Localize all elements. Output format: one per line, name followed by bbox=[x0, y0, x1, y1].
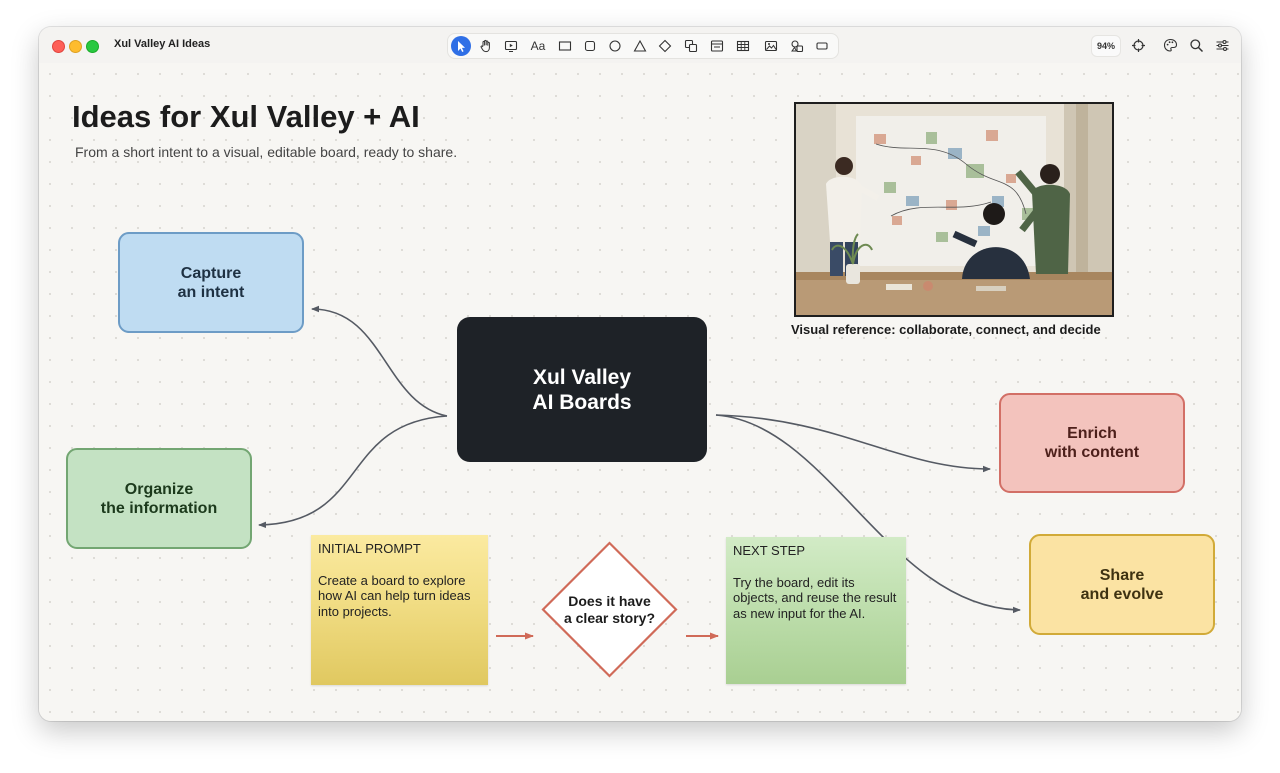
node-center-topic[interactable]: Xul Valley AI Boards bbox=[457, 317, 707, 462]
diamond-icon bbox=[658, 39, 672, 53]
triangle-tool-button[interactable] bbox=[630, 36, 650, 56]
stickers-tool-button[interactable] bbox=[787, 36, 807, 56]
palette-icon bbox=[1163, 38, 1177, 52]
title-bar: Xul Valley AI Ideas Aa 94% bbox=[39, 27, 1241, 63]
table-icon bbox=[736, 40, 750, 52]
node-share-evolve[interactable]: Share and evolve bbox=[1029, 534, 1215, 635]
select-icon bbox=[458, 41, 465, 52]
image-icon bbox=[764, 40, 778, 52]
settings-icon bbox=[1216, 39, 1228, 51]
target-button[interactable] bbox=[1129, 36, 1147, 54]
app-window: Xul Valley AI Ideas Aa 94% Ideas for Xul… bbox=[39, 27, 1241, 721]
palette-button[interactable] bbox=[1161, 36, 1179, 54]
image-tool-button[interactable] bbox=[761, 36, 781, 56]
board-title[interactable]: Ideas for Xul Valley + AI bbox=[72, 99, 420, 135]
node-share-label: Share and evolve bbox=[1080, 566, 1164, 603]
node-organize-information[interactable]: Organize the information bbox=[66, 448, 252, 549]
minimize-window-button[interactable] bbox=[69, 40, 82, 53]
reference-photo[interactable] bbox=[794, 102, 1114, 317]
present-tool-button[interactable] bbox=[501, 36, 521, 56]
document-title: Xul Valley AI Ideas bbox=[114, 38, 211, 50]
frame-tool-button[interactable] bbox=[812, 36, 832, 56]
ellipse-tool-button[interactable] bbox=[605, 36, 625, 56]
sticky-note-initial-prompt[interactable]: INITIAL PROMPT Create a board to explore… bbox=[311, 535, 488, 685]
board-subtitle[interactable]: From a short intent to a visual, editabl… bbox=[75, 144, 457, 160]
node-capture-intent[interactable]: Capture an intent bbox=[118, 232, 304, 333]
photo-caption[interactable]: Visual reference: collaborate, connect, … bbox=[791, 322, 1101, 337]
zoom-window-button[interactable] bbox=[86, 40, 99, 53]
diamond-tool-button[interactable] bbox=[655, 36, 675, 56]
search-button[interactable] bbox=[1187, 36, 1205, 54]
zoom-level-button[interactable]: 94% bbox=[1091, 35, 1121, 57]
connector-to-enrich[interactable] bbox=[715, 414, 991, 473]
select-tool-button[interactable] bbox=[451, 36, 471, 56]
card-tool-button[interactable] bbox=[707, 36, 727, 56]
settings-button[interactable] bbox=[1213, 36, 1231, 54]
team-at-board-image bbox=[796, 104, 1112, 315]
close-window-button[interactable] bbox=[52, 40, 65, 53]
rectangle-icon bbox=[558, 41, 572, 51]
sticky-next-title: NEXT STEP bbox=[733, 543, 806, 558]
shapes-tool-button[interactable] bbox=[681, 36, 701, 56]
node-capture-label: Capture an intent bbox=[177, 264, 245, 301]
ellipse-icon bbox=[609, 40, 621, 52]
connector-to-organize[interactable] bbox=[258, 415, 448, 529]
sticky-prompt-body: Create a board to explore how AI can hel… bbox=[318, 572, 471, 619]
rectangle-tool-button[interactable] bbox=[555, 36, 575, 56]
triangle-icon bbox=[633, 39, 647, 52]
sticky-prompt-title: INITIAL PROMPT bbox=[318, 541, 421, 556]
rounded-rectangle-icon bbox=[584, 40, 596, 52]
sticky-next-body: Try the board, edit its objects, and reu… bbox=[733, 574, 897, 621]
node-enrich-content[interactable]: Enrich with content bbox=[999, 393, 1185, 493]
hand-icon bbox=[480, 39, 490, 53]
connector-to-capture[interactable] bbox=[311, 305, 448, 417]
node-organize-label: Organize the information bbox=[100, 480, 218, 517]
present-icon bbox=[504, 40, 518, 53]
rounded-rectangle-tool-button[interactable] bbox=[580, 36, 600, 56]
target-icon bbox=[1131, 38, 1145, 52]
search-icon bbox=[1189, 38, 1203, 52]
hand-tool-button[interactable] bbox=[476, 36, 496, 56]
tools-toolbar: Aa bbox=[447, 33, 839, 59]
board-canvas[interactable]: Ideas for Xul Valley + AI From a short i… bbox=[39, 63, 1241, 721]
stickers-icon bbox=[791, 40, 804, 53]
card-icon bbox=[710, 40, 724, 52]
table-tool-button[interactable] bbox=[733, 36, 753, 56]
shapes-icon bbox=[684, 39, 698, 53]
node-enrich-label: Enrich with content bbox=[1044, 425, 1140, 461]
text-tool-button[interactable]: Aa bbox=[527, 36, 549, 56]
node-center-label: Xul Valley AI Boards bbox=[532, 365, 632, 414]
sticky-note-next-step[interactable]: NEXT STEP Try the board, edit its object… bbox=[726, 537, 906, 684]
decision-label: Does it have a clear story? bbox=[563, 593, 656, 626]
frame-icon bbox=[816, 42, 828, 50]
